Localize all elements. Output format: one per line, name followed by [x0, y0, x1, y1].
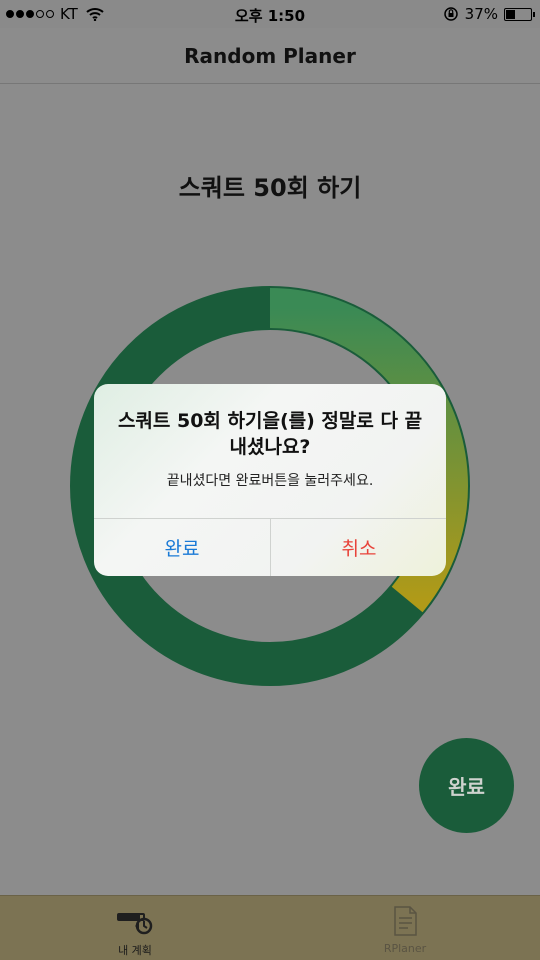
battery-level	[506, 9, 515, 19]
status-right: 37%	[443, 5, 535, 23]
battery-icon	[504, 7, 535, 21]
status-bar: KT 오후 1:50 37%	[0, 0, 540, 28]
tab-my-plan-label: 내 계획	[118, 944, 152, 957]
confirm-complete-dialog: 스쿼트 50회 하기을(를) 정말로 다 끝내셨나요? 끝내셨다면 완료버튼을 …	[94, 384, 446, 576]
dialog-title: 스쿼트 50회 하기을(를) 정말로 다 끝내셨나요?	[117, 410, 423, 458]
navigation-bar: Random Planer	[0, 28, 540, 84]
dialog-confirm-button[interactable]: 완료	[94, 518, 270, 576]
complete-button-label: 완료	[448, 775, 485, 799]
tab-rplaner[interactable]: RPlaner	[270, 896, 540, 960]
tab-rplaner-label: RPlaner	[383, 942, 427, 955]
battery-percent: 37%	[464, 5, 498, 23]
dialog-cancel-button[interactable]: 취소	[271, 518, 446, 576]
task-title: 스쿼트 50회 하기	[178, 174, 362, 202]
dialog-message: 끝내셨다면 완료버튼을 눌러주세요.	[166, 473, 374, 489]
tab-my-plan[interactable]: 내 계획	[0, 896, 270, 960]
battery-tip	[533, 11, 535, 17]
document-checklist-icon	[394, 906, 417, 936]
plan-timer-icon	[117, 913, 153, 935]
app-title: Random Planer	[184, 43, 356, 68]
tab-bar: 내 계획 RPlaner	[0, 895, 540, 960]
complete-button[interactable]: 완료	[419, 738, 514, 833]
orientation-lock-icon	[443, 7, 458, 21]
